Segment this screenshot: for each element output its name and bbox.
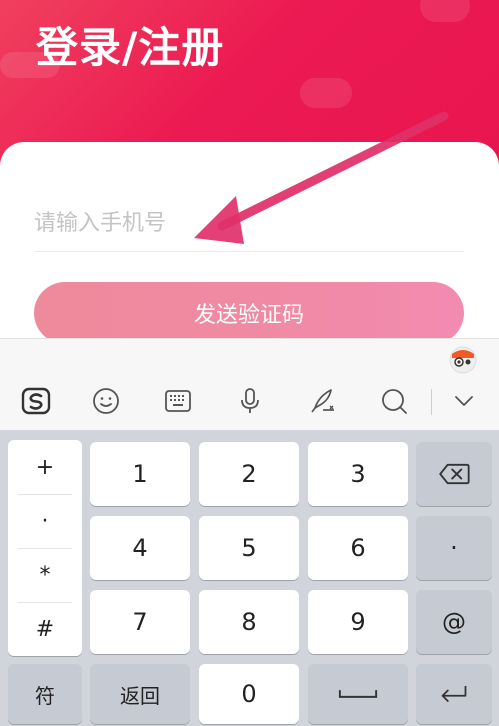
- key-3[interactable]: 3: [308, 442, 408, 506]
- key-2[interactable]: 2: [199, 442, 299, 506]
- key-5[interactable]: 5: [199, 516, 299, 580]
- enter-button[interactable]: [416, 664, 492, 724]
- backspace-icon: [439, 463, 470, 485]
- symbol-column: + · * #: [8, 440, 82, 656]
- emoji-icon[interactable]: [86, 381, 126, 421]
- page-title: 登录/注册: [36, 23, 225, 72]
- search-icon[interactable]: [374, 381, 414, 421]
- skin-badge-icon[interactable]: [447, 344, 479, 374]
- phone-number-input[interactable]: [34, 196, 464, 252]
- handwriting-icon[interactable]: [302, 381, 342, 421]
- microphone-icon[interactable]: [230, 381, 270, 421]
- send-code-button[interactable]: 发送验证码: [34, 282, 464, 344]
- collapse-chevron-icon[interactable]: [444, 381, 484, 421]
- decor-bubble: [420, 0, 470, 22]
- symbols-button[interactable]: 符: [8, 664, 82, 724]
- key-plus[interactable]: +: [8, 440, 82, 494]
- key-asterisk[interactable]: *: [8, 548, 82, 602]
- backspace-button[interactable]: [416, 442, 492, 506]
- keyboard-icon[interactable]: [158, 381, 198, 421]
- key-6[interactable]: 6: [308, 516, 408, 580]
- space-icon: [338, 690, 378, 698]
- key-9[interactable]: 9: [308, 590, 408, 654]
- enter-icon: [441, 686, 467, 702]
- space-button[interactable]: [308, 664, 408, 724]
- decor-bubble: [300, 78, 352, 108]
- keyboard-toolbar: [0, 338, 499, 430]
- key-dot[interactable]: ·: [416, 516, 492, 580]
- key-hash[interactable]: #: [8, 602, 82, 656]
- key-1[interactable]: 1: [90, 442, 190, 506]
- key-0[interactable]: 0: [199, 664, 299, 724]
- toolbar-divider: [431, 389, 432, 415]
- key-4[interactable]: 4: [90, 516, 190, 580]
- sogou-logo-icon[interactable]: [16, 381, 56, 421]
- back-button[interactable]: 返回: [90, 664, 190, 724]
- key-8[interactable]: 8: [199, 590, 299, 654]
- key-at[interactable]: @: [416, 590, 492, 654]
- key-7[interactable]: 7: [90, 590, 190, 654]
- key-middle-dot[interactable]: ·: [8, 494, 82, 548]
- numeric-keyboard: + · * # 1 2 3 4 5 6 · 7 8 9 @ 符 返回 0: [0, 430, 499, 726]
